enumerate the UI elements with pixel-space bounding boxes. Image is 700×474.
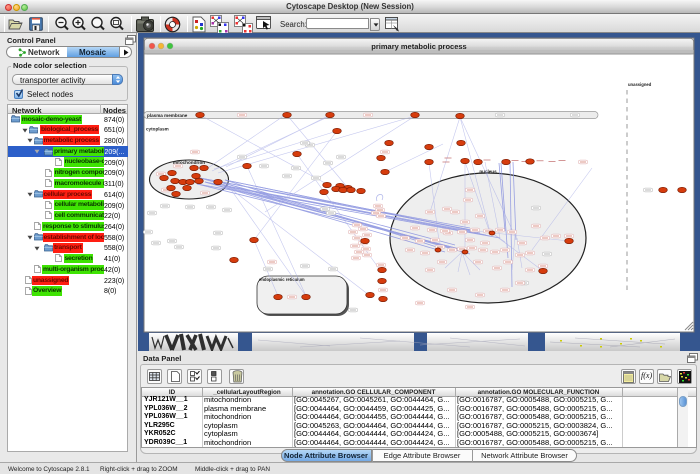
svg-text:nucleus: nucleus (479, 169, 497, 174)
svg-text:plasma membrane: plasma membrane (147, 113, 188, 118)
svg-text:primary metabolic process: primary metabolic process (371, 42, 466, 51)
svg-text:unassigned: unassigned (628, 82, 652, 87)
svg-text:cytoplasm: cytoplasm (146, 127, 169, 132)
